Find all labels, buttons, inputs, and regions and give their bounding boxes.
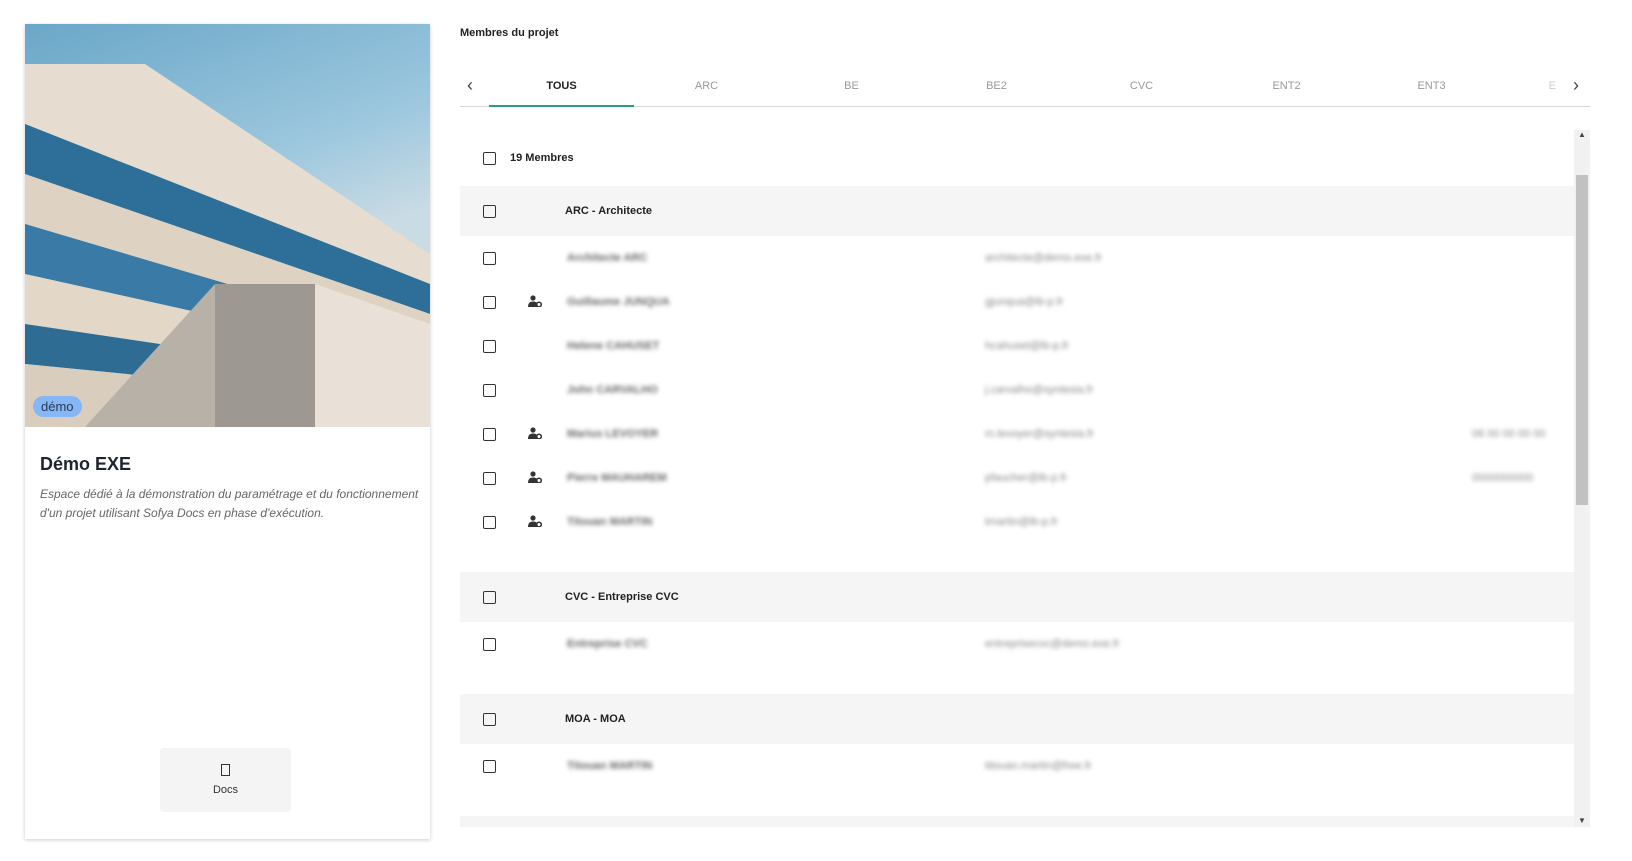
member-name: Helene CAHUSET — [567, 340, 660, 352]
chevron-right-icon[interactable]: › — [1566, 75, 1586, 96]
member-name: Guillaume JUNQUA — [567, 296, 670, 308]
member-name: Titouan MARTIN — [567, 516, 653, 528]
member-email: pfaucher@lb-p.fr — [985, 472, 1068, 484]
docs-label: Docs — [212, 784, 239, 796]
chevron-left-icon[interactable]: ‹ — [460, 75, 480, 96]
user-admin-icon — [528, 514, 543, 530]
docs-button[interactable]: Docs — [160, 748, 291, 812]
member-name: Entreprise CVC — [567, 638, 648, 650]
group-header: ARC - Architecte — [460, 186, 1574, 236]
member-checkbox[interactable] — [483, 515, 496, 529]
member-name: John CARVALHO — [567, 384, 658, 396]
select-all-row: 19 Membres — [460, 130, 1574, 186]
member-name: Titouan MARTIN — [567, 760, 653, 772]
tab-ent3[interactable]: ENT3 — [1359, 66, 1504, 107]
document-icon — [221, 764, 230, 776]
members-count: 19 Membres — [510, 152, 574, 164]
tab-cvc[interactable]: CVC — [1069, 66, 1214, 107]
tab-be2[interactable]: BE2 — [924, 66, 1069, 107]
group-header: MOA - MOA — [460, 694, 1574, 744]
group-header: CVC - Entreprise CVC — [460, 572, 1574, 622]
member-row[interactable]: Architecte ARC architecte@demo.exe.fr — [460, 236, 1574, 280]
member-row[interactable]: John CARVALHO j.carvalho@syntesia.fr — [460, 368, 1574, 412]
member-phone: 0000000000 — [1472, 472, 1534, 484]
member-row[interactable]: Entreprise CVC entreprisecvc@demo.exe.fr — [460, 622, 1574, 666]
member-email: gjunqua@lb-p.fr — [985, 296, 1064, 308]
members-list: 19 Membres ARC - Architecte Architecte AR… — [460, 130, 1574, 827]
tab-tous[interactable]: TOUS — [489, 66, 634, 107]
project-description: Espace dédié à la démonstration du param… — [40, 487, 419, 520]
member-checkbox[interactable] — [483, 295, 496, 309]
select-all-checkbox[interactable] — [483, 151, 496, 165]
group-checkbox[interactable] — [483, 590, 496, 604]
user-admin-icon — [528, 470, 543, 486]
tab-partial[interactable]: E — [1504, 66, 1556, 107]
member-checkbox[interactable] — [483, 471, 496, 485]
member-row[interactable]: Titouan MARTIN titouan.martin@free.fr — [460, 744, 1574, 788]
scroll-down-icon[interactable]: ▼ — [1574, 816, 1590, 825]
tab-arc[interactable]: ARC — [634, 66, 779, 107]
member-name: Marius LEVOYER — [567, 428, 659, 440]
member-email: architecte@demo.exe.fr — [985, 252, 1102, 264]
member-email: entreprisecvc@demo.exe.fr — [985, 638, 1120, 650]
project-card: démo Démo EXE Espace dédié à la démonstr… — [25, 24, 430, 839]
member-email: j.carvalho@syntesia.fr — [985, 384, 1094, 396]
member-email: m.levoyer@syntesia.fr — [985, 428, 1094, 440]
group-label: MOA - MOA — [565, 713, 626, 725]
member-email: tmartin@lb-p.fr — [985, 516, 1058, 528]
member-row[interactable]: Helene CAHUSET hcahuset@lb-p.fr — [460, 324, 1574, 368]
member-row[interactable]: Marius LEVOYER m.levoyer@syntesia.fr 06 00… — [460, 412, 1574, 456]
tab-be[interactable]: BE — [779, 66, 924, 107]
member-checkbox[interactable] — [483, 251, 496, 265]
scrollbar-thumb[interactable] — [1576, 175, 1588, 505]
member-checkbox[interactable] — [483, 759, 496, 773]
member-name: Architecte ARC — [567, 252, 648, 264]
scrollbar[interactable]: ▲ ▼ — [1574, 130, 1590, 827]
group-tabs: ‹ TOUS ARC BE BE2 CVC ENT2 ENT3 E › — [460, 66, 1590, 107]
group-checkbox[interactable] — [483, 204, 496, 218]
tab-ent2[interactable]: ENT2 — [1214, 66, 1359, 107]
group-checkbox[interactable] — [483, 712, 496, 726]
member-checkbox[interactable] — [483, 637, 496, 651]
member-email: hcahuset@lb-p.fr — [985, 340, 1069, 352]
scroll-up-icon[interactable]: ▲ — [1574, 130, 1590, 139]
member-row[interactable]: Pierre MAUHAREM pfaucher@lb-p.fr 000000000… — [460, 456, 1574, 500]
project-title: Démo EXE — [40, 454, 132, 474]
member-email: titouan.martin@free.fr — [985, 760, 1092, 772]
building-image — [25, 64, 430, 427]
group-header — [460, 816, 1574, 827]
member-checkbox[interactable] — [483, 383, 496, 397]
member-row[interactable]: Guillaume JUNQUA gjunqua@lb-p.fr — [460, 280, 1574, 324]
project-photo: démo — [25, 24, 430, 427]
demo-badge: démo — [33, 396, 82, 417]
user-admin-icon — [528, 294, 543, 310]
member-row[interactable]: Titouan MARTIN tmartin@lb-p.fr — [460, 500, 1574, 544]
member-name: Pierre MAUHAREM — [567, 472, 667, 484]
group-label: ARC - Architecte — [565, 205, 652, 217]
group-label: CVC - Entreprise CVC — [565, 591, 679, 603]
member-checkbox[interactable] — [483, 339, 496, 353]
members-title: Membres du projet — [460, 27, 559, 39]
user-admin-icon — [528, 426, 543, 442]
member-phone: 06 00 00 00 00 — [1472, 428, 1546, 440]
member-checkbox[interactable] — [483, 427, 496, 441]
